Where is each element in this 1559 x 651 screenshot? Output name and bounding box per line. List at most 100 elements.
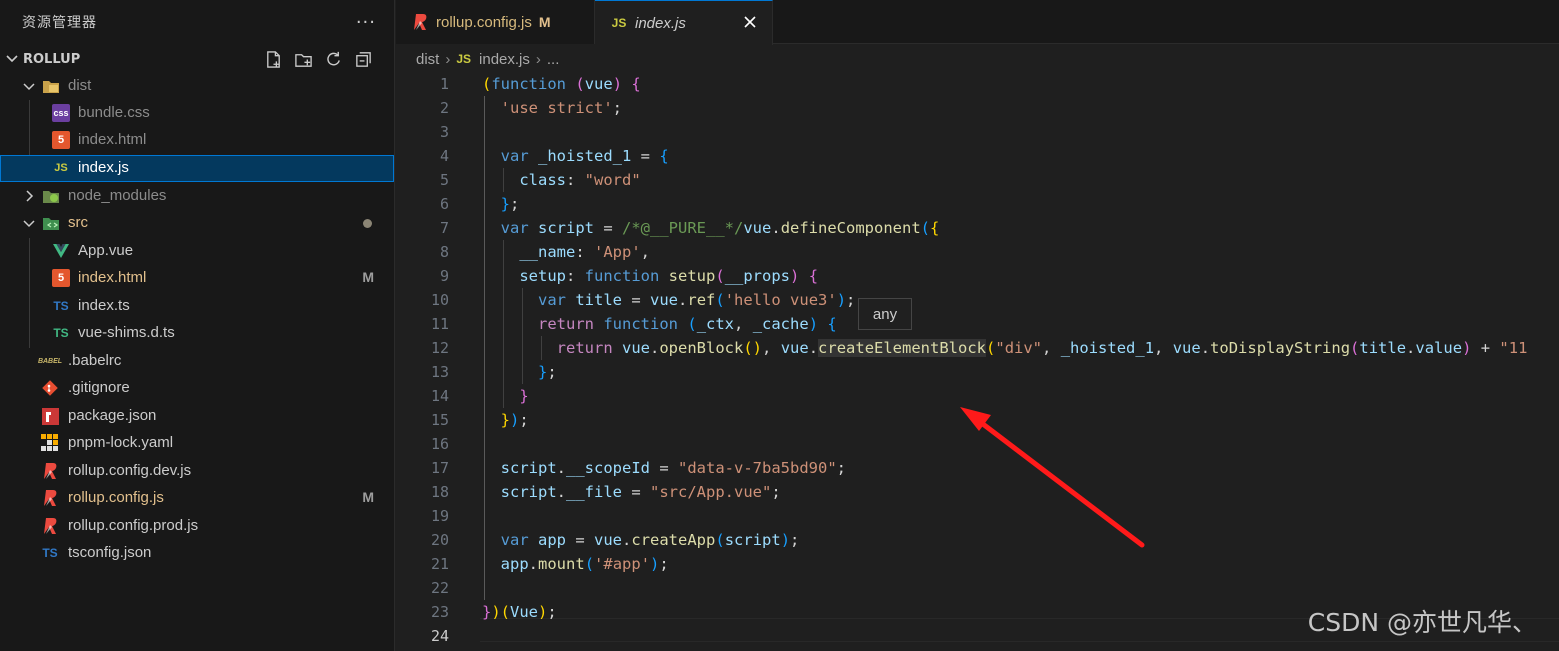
code-line: script.__file = "src/App.vue"; [500,483,781,501]
tree-item-label: index.ts [78,297,130,314]
vue-file-icon [52,242,70,260]
tree-file-gitignore[interactable]: .gitignore [0,375,394,402]
line-number: 2 [439,99,449,117]
line-number: 23 [430,603,449,621]
watermark: CSDN @亦世凡华、 [1307,608,1537,637]
more-actions-button[interactable]: ··· [356,12,376,33]
code-line: setup: function setup(__props) { [519,267,819,285]
code-line: } [519,387,529,405]
line-number: 13 [430,363,449,381]
new-file-icon[interactable] [264,50,283,69]
chevron-right-icon: › [445,50,451,68]
line-number: 5 [439,171,449,189]
chevron-down-icon [23,220,35,228]
line-number: 24 [430,627,449,645]
code-editor[interactable]: 1 2 3 4 5 6 7 8 9 10 11 12 13 14 15 16 17 18 19 20 21 22 23 24 … [396,72,1559,651]
tree-file-vue-shims[interactable]: TS vue-shims.d.ts [0,320,394,347]
code-line: app.mount('#app'); [500,555,669,573]
tree-file-app-vue[interactable]: App.vue [0,238,394,265]
project-name: ROLLUP [23,51,81,67]
tab-rollup-config[interactable]: rollup.config.js M [396,0,595,44]
tree-file-src-index-html[interactable]: 5 index.html M [0,265,394,292]
breadcrumb: dist › JS index.js › ... [416,48,559,70]
js-file-icon: JS [456,52,472,66]
tree-folder-node-modules[interactable]: node_modules [0,183,394,210]
tab-index-js[interactable]: JS index.js [595,0,773,45]
js-file-icon: JS [54,162,68,174]
tree-folder-dist[interactable]: dist [0,73,394,100]
editor-tab-bar: rollup.config.js M JS index.js [396,0,1559,45]
explorer-header: 资源管理器 ··· [0,0,394,44]
code-line: var _hoisted_1 = { [500,147,669,165]
tree-file-package-json[interactable]: package.json [0,403,394,430]
git-file-icon [41,379,59,397]
line-number: 16 [430,435,449,453]
folder-node-icon [42,187,60,205]
tree-item-label: node_modules [68,187,167,204]
tree-item-label: index.js [78,159,129,176]
tree-item-label: index.html [78,131,147,148]
code-line: }; [538,363,557,381]
tree-file-index-js[interactable]: JS index.js [0,155,394,182]
tree-item-label: .gitignore [68,379,130,396]
line-number: 15 [430,411,449,429]
tree-file-rollup-config-prod[interactable]: rollup.config.prod.js [0,513,394,540]
explorer-sidebar: 资源管理器 ··· ROLLUP dist css bundle.css 5 i… [0,0,395,651]
tree-item-label: index.html [78,269,147,286]
code-line: __name: 'App', [519,243,651,261]
tree-item-label: rollup.config.js [68,489,164,506]
close-icon[interactable] [742,14,758,30]
code-line: script.__scopeId = "data-v-7ba5bd90"; [500,459,846,477]
code-line: var title = vue.ref('hello vue3'); [538,291,856,309]
project-section-header[interactable]: ROLLUP [0,45,395,73]
line-number: 3 [439,123,449,141]
css-file-icon: css [52,104,70,122]
tree-file-pnpm-lock[interactable]: pnpm-lock.yaml [0,430,394,457]
tree-item-label: tsconfig.json [68,544,152,561]
tree-item-label: dist [68,77,92,94]
tab-label: index.js [635,14,686,32]
pnpm-file-icon [41,434,59,452]
line-number: 14 [430,387,449,405]
code-line: }); [500,411,529,429]
project-actions [264,50,373,69]
tree-file-rollup-config[interactable]: rollup.config.js M [0,485,394,512]
collapse-all-icon[interactable] [354,50,373,69]
tree-file-index-html[interactable]: 5 index.html [0,127,394,154]
tree-item-label: App.vue [78,242,134,259]
line-number: 8 [439,243,449,261]
breadcrumb-file[interactable]: index.js [479,51,530,68]
breadcrumb-symbol[interactable]: ... [547,51,560,68]
npm-file-icon [41,407,59,425]
line-number: 6 [439,195,449,213]
rollup-file-icon [412,14,428,30]
tree-file-babelrc[interactable]: BABEL .babelrc [0,348,394,375]
code-line: }; [500,195,520,213]
ts-def-file-icon: TS [53,326,69,340]
tree-file-rollup-config-dev[interactable]: rollup.config.dev.js [0,458,394,485]
code-line: var app = vue.createApp(script); [500,531,800,549]
code-line: 'use strict'; [500,99,622,117]
new-folder-icon[interactable] [294,50,313,69]
ts-file-icon: TS [53,299,69,313]
breadcrumb-folder[interactable]: dist [416,51,439,68]
tree-file-bundle-css[interactable]: css bundle.css [0,100,394,127]
tree-item-label: rollup.config.prod.js [68,517,199,534]
tree-item-label: package.json [68,407,157,424]
line-number: 20 [430,531,449,549]
code-line: return function (_ctx, _cache) { [538,315,837,333]
tree-item-label: .babelrc [68,352,122,369]
html-file-icon: 5 [52,269,70,287]
tree-folder-src[interactable]: src [0,210,394,237]
tree-file-index-ts[interactable]: TS index.ts [0,293,394,320]
refresh-icon[interactable] [324,50,343,69]
code-line: })(Vue); [482,603,557,621]
js-file-icon: JS [611,16,627,30]
rollup-file-icon [41,489,59,507]
line-number: 12 [430,339,449,357]
tree-file-tsconfig[interactable]: TS tsconfig.json [0,540,394,567]
chevron-down-icon [6,55,18,63]
tree-item-label: pnpm-lock.yaml [68,434,174,451]
tree-item-label: vue-shims.d.ts [78,324,175,341]
folder-dist-icon [42,77,60,95]
